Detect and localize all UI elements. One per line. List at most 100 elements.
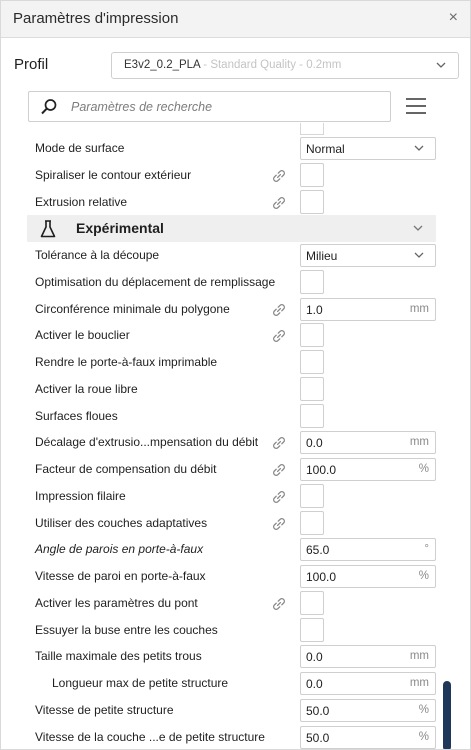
setting-checkbox[interactable] [300,269,324,294]
chevron-down-icon [413,225,423,231]
setting-number-field[interactable]: 0.0 mm [300,431,436,455]
link-icon [273,517,285,530]
setting-checkbox[interactable] [300,323,324,348]
category-experimental[interactable]: Expérimental [27,215,436,242]
number-value: 65.0 [306,543,330,558]
category-label: Expérimental [76,220,164,236]
setting-label: Spiraliser le contour extérieur [35,167,192,182]
link-icon [273,437,285,450]
setting-label: Activer le bouclier [35,328,130,343]
setting-dropdown[interactable]: Normal [300,137,436,160]
menu-icon-bar [406,112,426,114]
number-value: 1.0 [306,302,323,317]
number-value: 0.0 [306,436,323,451]
setting-label: Utiliser des couches adaptatives [35,515,208,530]
setting-label: Surfaces floues [35,408,118,423]
setting-label: Vitesse de paroi en porte-à-faux [35,569,206,583]
setting-number-field[interactable]: 100.0% [300,458,436,481]
number-value: 0.0 [306,650,323,665]
chevron-down-icon [436,62,446,68]
setting-row-facteur-de-compensation-du-debit: Facteur de compensation du débit 100.0% [1,456,461,483]
unit-label: mm [409,302,429,315]
menu-icon-bar [406,98,426,100]
setting-checkbox[interactable] [300,483,324,508]
setting-row-activer-les-parametres-du-pont: Activer les paramètres du pont [1,590,461,617]
setting-label: Circonférence minimale du polygone [35,301,230,316]
setting-number-field[interactable]: 50.0% [300,698,436,722]
unit-label: mm [409,650,429,663]
setting-row-rendre-le-porte-a-faux-imprimable: Rendre le porte-à-faux imprimable [1,349,461,376]
setting-checkbox[interactable] [300,189,324,214]
setting-row-longueur-max-de-petite-structure: Longueur max de petite structure 0.0 mm [1,670,461,697]
number-value: 50.0 [306,730,330,745]
setting-label: Mode de surface [35,141,125,155]
print-settings-panel: Paramètres d'impression × Profil E3v2_0.… [0,0,471,750]
settings-menu-button[interactable] [404,94,428,118]
setting-checkbox[interactable] [300,510,324,535]
setting-label: Activer la roue libre [35,381,138,396]
setting-row-angle-de-parois-en-porte-a-faux: Angle de parois en porte-à-faux 65.0 ° [1,536,461,563]
unit-label: % [418,570,429,582]
setting-row-vitesse-de-petite-structure: Vitesse de petite structure 50.0% [1,697,461,724]
setting-number-field[interactable]: 0.0 mm [300,645,436,669]
number-value: 0.0 [306,677,323,691]
profile-name: E3v2_0.2_PLA - Standard Quality - 0.2mm [124,59,341,71]
link-icon [273,464,285,476]
setting-row-taille-maximale-des-petits-trous: Taille maximale des petits trous 0.0 mm [1,643,461,670]
setting-checkbox[interactable] [300,590,324,615]
setting-number-field[interactable]: 0.0 mm [300,672,436,695]
unit-label: mm [409,677,429,689]
profile-select[interactable]: E3v2_0.2_PLA - Standard Quality - 0.2mm [111,52,459,79]
search-input[interactable] [71,98,371,116]
unit-label: mm [409,436,429,449]
number-value: 50.0 [306,703,330,718]
setting-label: Impression filaire [35,488,126,503]
setting-checkbox[interactable] [300,162,324,187]
setting-number-field[interactable]: 65.0 ° [300,538,436,562]
setting-row-mode-de-surface: Mode de surface Normal [1,135,461,162]
number-value: 100.0 [306,570,337,584]
checkbox-partial[interactable] [300,123,324,135]
link-icon [273,597,285,610]
close-icon[interactable]: × [449,9,458,27]
setting-number-field[interactable]: 100.0% [300,565,436,588]
link-icon [273,303,285,316]
dropdown-value: Normal [306,142,345,156]
flask-icon [40,220,56,238]
setting-row-vitesse-de-paroi-en-porte-a-faux: Vitesse de paroi en porte-à-faux 100.0% [1,563,461,590]
setting-row-vitesse-de-la-couche-e-de-petite-structure: Vitesse de la couche ...e de petite stru… [1,724,461,750]
setting-label: Rendre le porte-à-faux imprimable [35,355,218,369]
search-field[interactable] [28,91,391,122]
setting-number-field[interactable]: 1.0 mm [300,297,436,321]
setting-checkbox[interactable] [300,617,324,642]
profile-name-text: E3v2_0.2_PLA [124,59,201,71]
setting-checkbox[interactable] [300,403,324,428]
scrollbar-thumb[interactable] [443,681,451,749]
setting-label: Taille maximale des petits trous [35,649,202,664]
setting-label: Décalage d'extrusio...mpensation du débi… [35,435,259,450]
dropdown-value: Milieu [306,249,338,263]
setting-row-tolerance-a-la-decoupe: Tolérance à la découpe Milieu [1,242,461,269]
chevron-down-icon [414,145,424,151]
setting-label: Activer les paramètres du pont [35,595,198,610]
profile-subtitle: - Standard Quality - 0.2mm [200,59,342,71]
setting-row-spiraliser-le-contour-exterieur: Spiraliser le contour extérieur [1,162,461,189]
setting-number-field[interactable]: 50.0% [300,725,436,749]
setting-label: Vitesse de petite structure [35,702,174,717]
setting-label: Angle de parois en porte-à-faux [35,542,204,557]
setting-row-impression-filaire: Impression filaire [1,483,461,510]
chevron-down-icon [414,252,424,258]
setting-label: Vitesse de la couche ...e de petite stru… [35,729,265,744]
setting-label: Essuyer la buse entre les couches [35,622,218,637]
setting-checkbox[interactable] [300,376,324,401]
setting-row-essuyer-la-buse-entre-les-couches: Essuyer la buse entre les couches [1,617,461,644]
link-icon [273,330,285,343]
setting-row-activer-le-bouclier: Activer le bouclier [1,322,461,349]
profile-label: Profil [14,56,49,73]
setting-label: Tolérance à la découpe [35,248,160,262]
setting-dropdown[interactable]: Milieu [300,244,436,267]
setting-checkbox[interactable] [300,350,324,374]
setting-label: Extrusion relative [35,194,128,209]
setting-row-circonference-minimale-du-polygone: Circonférence minimale du polygone 1.0 mm [1,296,461,323]
setting-row-activer-la-roue-libre: Activer la roue libre [1,376,461,403]
